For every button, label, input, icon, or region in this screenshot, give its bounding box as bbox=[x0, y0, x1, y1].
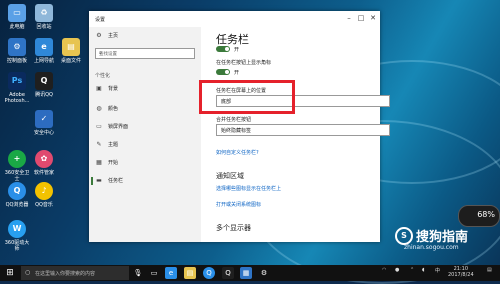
desktop-icon-360-security[interactable]: + 360安全卫士 bbox=[3, 150, 31, 182]
gear-icon: ⚙ bbox=[96, 32, 102, 39]
sidebar-item-start[interactable]: ▦ 开始 bbox=[95, 159, 118, 166]
sidebar-item-colors[interactable]: ◍ 颜色 bbox=[95, 105, 118, 112]
search-input[interactable]: 查找设置 ⌕ bbox=[95, 48, 195, 59]
search-icon: ○ bbox=[25, 269, 31, 276]
music-icon: ♪ bbox=[35, 182, 53, 200]
network-icon[interactable]: ◠ bbox=[382, 267, 386, 273]
close-icon[interactable]: ✕ bbox=[368, 14, 378, 22]
toggle-1-state: 开 bbox=[234, 47, 240, 53]
theme-icon: ✎ bbox=[96, 141, 102, 148]
taskbar: ⊞ ○ 在这里输入你要搜索的内容 🎙 ▭ e ▤ Q Q ▦ ⚙ ◠ ● ⌃ ◖… bbox=[0, 265, 500, 281]
settings-gear-icon[interactable]: ⚙ bbox=[258, 267, 270, 279]
window-title: 设置 bbox=[95, 17, 106, 23]
control-panel-icon: ⚙ bbox=[8, 38, 26, 56]
desktop-icon-360-driver[interactable]: W 360驱动大师 bbox=[3, 220, 31, 252]
desktop-icon-recycle-bin[interactable]: ♻ 回收站 bbox=[30, 4, 58, 30]
recycle-bin-icon: ♻ bbox=[35, 4, 53, 22]
picture-icon: ▣ bbox=[96, 85, 102, 92]
shield-icon: ✓ bbox=[35, 110, 53, 128]
sidebar-item-lock-screen[interactable]: ▭ 锁屏界面 bbox=[95, 123, 128, 130]
window-titlebar: 设置 – □ ✕ bbox=[89, 11, 380, 27]
page-title: 任务栏 bbox=[216, 33, 249, 46]
browser-icon[interactable]: Q bbox=[203, 267, 215, 279]
watermark-brand: S 搜狗指南 bbox=[395, 226, 468, 245]
browser-icon: Q bbox=[8, 182, 26, 200]
highlight-box bbox=[199, 80, 295, 114]
taskbar-search-box[interactable]: ○ 在这里输入你要搜索的内容 bbox=[21, 266, 129, 280]
speaker-icon[interactable]: ◖ bbox=[422, 267, 425, 273]
folder-icon: ▤ bbox=[62, 38, 80, 56]
combine-label: 合并任务栏按钮 bbox=[216, 117, 252, 123]
desktop-icon-control-panel[interactable]: ⚙ 控制面板 bbox=[3, 38, 31, 64]
ie-icon: e bbox=[35, 38, 53, 56]
minimize-icon[interactable]: – bbox=[344, 14, 354, 22]
system-icons-link[interactable]: 打开或关闭系统图标 bbox=[216, 201, 261, 208]
notification-center-icon[interactable]: ▤ bbox=[487, 267, 492, 273]
select-icons-link[interactable]: 选择哪些图标显示在任务栏上 bbox=[216, 185, 281, 192]
toggle-2-state: 开 bbox=[234, 70, 240, 76]
watermark-url: zhinan.sogou.com bbox=[404, 244, 459, 251]
combine-select[interactable]: 始终隐藏标签 ⌄ bbox=[216, 124, 390, 136]
software-manager-icon: ✿ bbox=[35, 150, 53, 168]
search-icon: ⌕ bbox=[99, 50, 102, 56]
store-icon[interactable]: ▦ bbox=[240, 267, 252, 279]
badges-label: 在任务栏按钮上显示角标 bbox=[216, 60, 272, 66]
mic-icon[interactable]: 🎙 bbox=[132, 267, 144, 279]
folder-icon[interactable]: ▤ bbox=[184, 267, 196, 279]
speed-meter-widget[interactable]: 68% bbox=[458, 205, 500, 227]
edge-icon[interactable]: e bbox=[165, 267, 177, 279]
desktop-icon-qq[interactable]: Q 腾讯QQ bbox=[30, 72, 58, 98]
photoshop-icon: Ps bbox=[8, 72, 26, 90]
qq-icon: Q bbox=[35, 72, 53, 90]
desktop-icon-qq-music[interactable]: ♪ QQ音乐 bbox=[30, 182, 58, 208]
settings-sidebar: ⚙ 主页 查找设置 ⌕ 个性化 ▣ 背景 ◍ 颜色 ▭ 锁屏界面 ✎ 主题 ▦ … bbox=[89, 27, 201, 242]
desktop-icon-qq-browser[interactable]: Q QQ浏览器 bbox=[3, 182, 31, 208]
tray-green-icon[interactable]: ● bbox=[395, 267, 399, 273]
desktop-icon-folder[interactable]: ▤ 桌面文件 bbox=[57, 38, 85, 64]
sidebar-item-taskbar[interactable]: ▬ 任务栏 bbox=[91, 176, 123, 185]
driver-icon: W bbox=[8, 220, 26, 238]
qq-icon[interactable]: Q bbox=[222, 267, 234, 279]
palette-icon: ◍ bbox=[96, 105, 102, 112]
notification-area-heading: 通知区域 bbox=[216, 172, 244, 180]
customize-taskbar-link[interactable]: 如何自定义任务栏? bbox=[216, 149, 259, 156]
lock-screen-icon: ▭ bbox=[96, 123, 102, 130]
active-indicator bbox=[91, 176, 93, 185]
taskbar-icon: ▬ bbox=[96, 177, 102, 184]
desktop-icon-shield[interactable]: ✓ 安全中心 bbox=[30, 110, 58, 136]
ime-indicator[interactable]: 中 bbox=[435, 267, 440, 274]
sogou-logo-icon: S bbox=[395, 226, 413, 245]
desktop-icon-photoshop[interactable]: Ps Adobe Photosh... bbox=[3, 72, 31, 104]
toggle-switch-1[interactable] bbox=[216, 46, 230, 52]
computer-icon: ▭ bbox=[8, 4, 26, 22]
desktop-icon-computer[interactable]: ▭ 此电脑 bbox=[3, 4, 31, 30]
multiple-displays-heading: 多个显示器 bbox=[216, 224, 251, 232]
toggle-switch-badges[interactable] bbox=[216, 69, 230, 75]
windows-start-icon[interactable]: ⊞ bbox=[4, 267, 16, 279]
chevron-down-icon: ⌄ bbox=[221, 126, 226, 132]
sidebar-section-label: 个性化 bbox=[95, 73, 111, 79]
up-arrow-icon[interactable]: ⌃ bbox=[410, 267, 414, 273]
desktop-icon-software-manager[interactable]: ✿ 软件管家 bbox=[30, 150, 58, 176]
sidebar-item-home[interactable]: ⚙ 主页 bbox=[95, 32, 118, 39]
sidebar-item-background[interactable]: ▣ 背景 bbox=[95, 85, 118, 92]
maximize-icon[interactable]: □ bbox=[356, 14, 366, 22]
start-icon: ▦ bbox=[96, 159, 102, 166]
clock[interactable]: 21:10 2017/8/24 bbox=[448, 266, 474, 278]
desktop-icon-ie[interactable]: e 上网导航 bbox=[30, 38, 58, 64]
security-icon: + bbox=[8, 150, 26, 168]
settings-window: 设置 – □ ✕ ⚙ 主页 查找设置 ⌕ 个性化 ▣ 背景 ◍ 颜色 ▭ 锁屏界… bbox=[89, 11, 390, 242]
sidebar-item-themes[interactable]: ✎ 主题 bbox=[95, 141, 118, 148]
task-view-icon[interactable]: ▭ bbox=[148, 267, 160, 279]
